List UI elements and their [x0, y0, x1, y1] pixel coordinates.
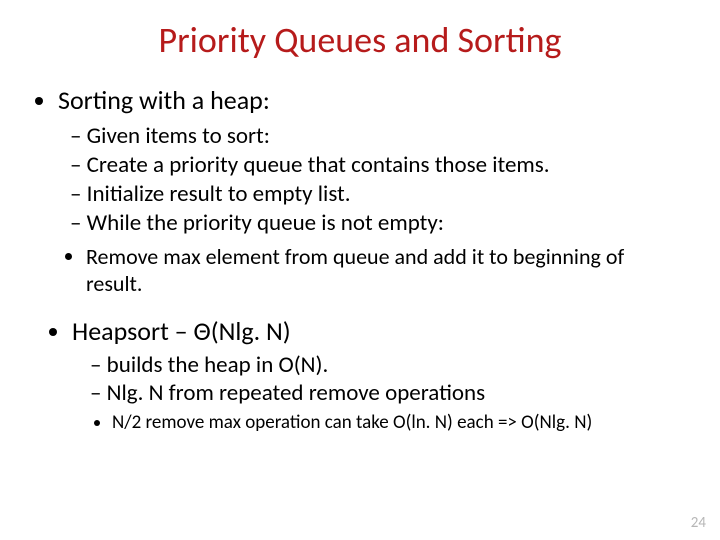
bullet-list-level2: Given items to sort: Create a priority q…	[36, 122, 684, 237]
bullet-list-level1: Sorting with a heap:	[36, 84, 684, 116]
bullet-l3-item: Remove max element from queue and add it…	[86, 243, 684, 297]
slide: Priority Queues and Sorting Sorting with…	[0, 0, 720, 540]
bullet-list-level2b: builds the heap in O(N). Nlg. N from rep…	[36, 351, 684, 407]
bullet-l1-sorting: Sorting with a heap:	[58, 84, 684, 116]
bullet-l2-item: While the priority queue is not empty:	[70, 209, 684, 237]
bullet-l2b-item: builds the heap in O(N).	[90, 351, 684, 379]
bullet-l1-heapsort: Heapsort – Θ(Nlg. N)	[72, 315, 684, 347]
bullet-l3b-item: N/2 remove max operation can take O(ln. …	[112, 411, 684, 434]
bullet-list-level3: Remove max element from queue and add it…	[36, 243, 684, 297]
bullet-list-level1b: Heapsort – Θ(Nlg. N)	[36, 315, 684, 347]
bullet-l2b-item: Nlg. N from repeated remove operations	[90, 379, 684, 407]
page-number: 24	[691, 514, 706, 532]
bullet-l2-item: Given items to sort:	[70, 122, 684, 150]
bullet-l2-item: Initialize result to empty list.	[70, 180, 684, 208]
bullet-l2-item: Create a priority queue that contains th…	[70, 151, 684, 179]
slide-title: Priority Queues and Sorting	[36, 18, 684, 62]
section-heapsort: Heapsort – Θ(Nlg. N) builds the heap in …	[36, 315, 684, 434]
bullet-list-level3b: N/2 remove max operation can take O(ln. …	[36, 411, 684, 434]
